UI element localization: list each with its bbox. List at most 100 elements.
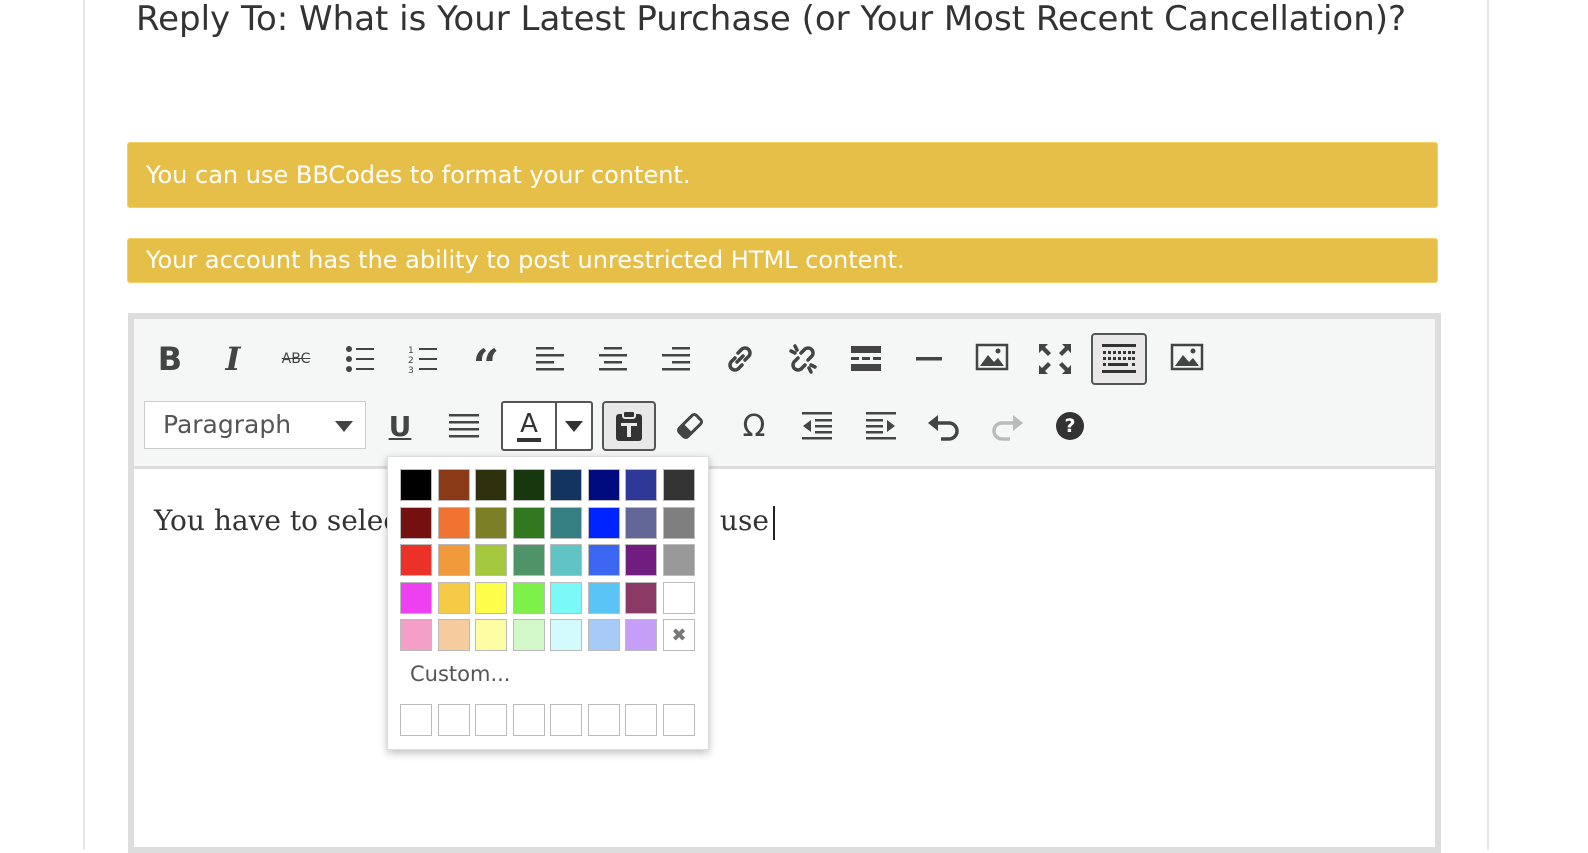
underline-button[interactable]: U <box>378 404 422 448</box>
paste-as-text-button[interactable] <box>602 401 656 451</box>
color-swatch[interactable] <box>438 507 470 539</box>
color-swatch[interactable] <box>663 582 695 614</box>
color-swatch[interactable] <box>663 544 695 576</box>
color-swatch[interactable] <box>513 507 545 539</box>
custom-color-button[interactable]: Custom... <box>410 662 510 686</box>
color-swatch[interactable] <box>588 544 620 576</box>
color-swatch[interactable] <box>513 469 545 501</box>
color-swatch[interactable] <box>400 619 432 651</box>
insert-media-button[interactable] <box>1165 335 1209 379</box>
color-swatch[interactable] <box>438 619 470 651</box>
text-color-icon: A <box>517 410 541 442</box>
text-color-button[interactable]: A <box>501 401 593 451</box>
color-swatch[interactable] <box>513 582 545 614</box>
bbcodes-notice: You can use BBCodes to format your conte… <box>127 142 1438 208</box>
color-swatch[interactable] <box>588 469 620 501</box>
help-button[interactable]: ? <box>1048 404 1092 448</box>
color-swatch[interactable] <box>625 544 657 576</box>
insert-link-button[interactable] <box>718 337 762 381</box>
horizontal-line-icon <box>916 357 942 361</box>
remove-link-button[interactable] <box>781 337 825 381</box>
custom-color-slot[interactable] <box>663 704 695 736</box>
insert-image-button[interactable] <box>970 335 1014 379</box>
read-more-button[interactable] <box>844 337 888 381</box>
paste-text-icon <box>616 410 642 441</box>
color-swatch[interactable] <box>588 619 620 651</box>
color-swatch[interactable] <box>475 507 507 539</box>
color-swatch[interactable] <box>400 582 432 614</box>
fullscreen-button[interactable] <box>1033 337 1077 381</box>
color-swatch[interactable] <box>438 469 470 501</box>
quote-icon: “ <box>472 339 500 393</box>
color-swatch[interactable] <box>663 507 695 539</box>
custom-color-slot[interactable] <box>475 704 507 736</box>
color-swatch[interactable] <box>438 544 470 576</box>
svg-text:2: 2 <box>408 356 414 366</box>
color-swatch[interactable] <box>625 619 657 651</box>
color-swatch[interactable] <box>475 619 507 651</box>
color-swatch[interactable] <box>625 507 657 539</box>
format-select-value: Paragraph <box>163 410 292 439</box>
color-swatch[interactable] <box>588 507 620 539</box>
color-swatch[interactable] <box>400 544 432 576</box>
editor-text-before: You have to selec <box>154 504 400 537</box>
color-swatch[interactable] <box>550 469 582 501</box>
special-character-button[interactable]: Ω <box>732 404 776 448</box>
remove-color-swatch[interactable]: ✖ <box>663 619 695 651</box>
color-swatch[interactable] <box>475 582 507 614</box>
redo-icon <box>992 415 1023 441</box>
color-swatch[interactable] <box>475 469 507 501</box>
italic-button[interactable]: I <box>211 337 255 381</box>
outdent-button[interactable] <box>795 404 839 448</box>
italic-icon: I <box>225 340 241 378</box>
justify-button[interactable] <box>442 404 486 448</box>
color-swatch[interactable] <box>550 582 582 614</box>
clear-formatting-button[interactable] <box>668 404 712 448</box>
custom-color-slot[interactable] <box>513 704 545 736</box>
bold-button[interactable]: B <box>148 337 192 381</box>
redo-button[interactable] <box>985 404 1029 448</box>
align-left-button[interactable] <box>528 337 572 381</box>
custom-color-slot[interactable] <box>550 704 582 736</box>
align-right-button[interactable] <box>654 337 698 381</box>
color-swatch[interactable] <box>438 582 470 614</box>
color-swatch[interactable] <box>663 469 695 501</box>
custom-color-slot[interactable] <box>625 704 657 736</box>
text-color-dropdown-button[interactable] <box>557 403 591 449</box>
bullet-list-button[interactable] <box>338 337 382 381</box>
chevron-down-icon <box>565 420 583 432</box>
unlink-icon <box>789 344 817 374</box>
color-swatch[interactable] <box>625 582 657 614</box>
align-center-button[interactable] <box>591 337 635 381</box>
custom-color-slot[interactable] <box>400 704 432 736</box>
strikethrough-button[interactable]: ABC <box>274 337 318 381</box>
strikethrough-icon: ABC <box>281 351 311 367</box>
underline-icon: U <box>388 409 412 443</box>
color-swatch[interactable] <box>400 507 432 539</box>
numbered-list-icon: 123 <box>408 346 437 374</box>
color-swatch[interactable] <box>400 469 432 501</box>
color-swatch[interactable] <box>550 507 582 539</box>
indent-button[interactable] <box>859 404 903 448</box>
color-swatch[interactable] <box>475 544 507 576</box>
color-picker-popup: Custom... ✖ <box>387 456 709 750</box>
justify-icon <box>449 414 479 438</box>
custom-color-slot[interactable] <box>438 704 470 736</box>
horizontal-line-button[interactable] <box>907 337 951 381</box>
custom-color-slot[interactable] <box>588 704 620 736</box>
color-swatch[interactable] <box>513 619 545 651</box>
blockquote-button[interactable]: “ <box>464 337 508 389</box>
toolbar-toggle-button[interactable] <box>1091 333 1147 385</box>
align-right-icon <box>662 347 690 371</box>
color-swatch[interactable] <box>550 619 582 651</box>
format-select[interactable]: Paragraph <box>144 401 366 449</box>
undo-button[interactable] <box>922 404 966 448</box>
color-swatch[interactable] <box>588 582 620 614</box>
color-swatch[interactable] <box>550 544 582 576</box>
align-center-icon <box>599 347 627 371</box>
undo-icon <box>928 415 959 441</box>
color-swatch[interactable] <box>625 469 657 501</box>
numbered-list-button[interactable]: 123 <box>401 337 445 381</box>
color-swatch[interactable] <box>513 544 545 576</box>
text-color-apply-button[interactable]: A <box>503 403 557 449</box>
